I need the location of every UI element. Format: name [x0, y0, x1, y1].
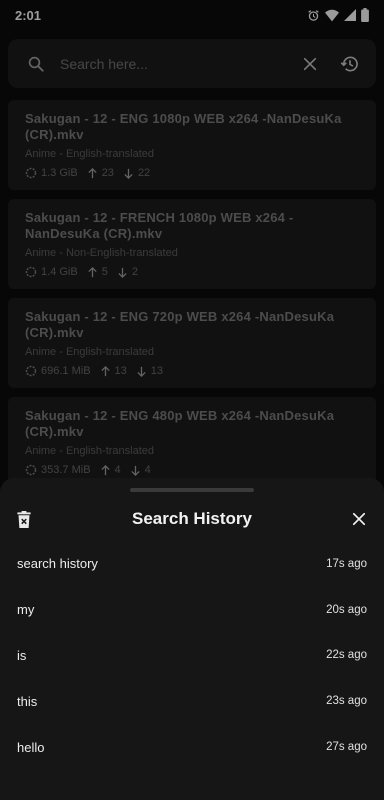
history-time: 23s ago	[326, 695, 367, 708]
history-item[interactable]: hello 27s ago	[0, 724, 384, 770]
history-time: 20s ago	[326, 603, 367, 616]
history-item[interactable]: this 23s ago	[0, 678, 384, 724]
history-list: search history 17s ago my 20s ago is 22s…	[0, 541, 384, 770]
history-item[interactable]: is 22s ago	[0, 633, 384, 679]
close-sheet-button[interactable]	[348, 504, 370, 534]
history-time: 17s ago	[326, 557, 367, 570]
sheet-title: Search History	[132, 509, 252, 528]
drag-handle[interactable]	[130, 488, 254, 492]
history-time: 22s ago	[326, 649, 367, 662]
close-icon	[352, 512, 366, 526]
history-query: hello	[17, 739, 45, 755]
history-time: 27s ago	[326, 741, 367, 754]
history-item[interactable]: my 20s ago	[0, 587, 384, 633]
history-item[interactable]: search history 17s ago	[0, 541, 384, 587]
history-query: this	[17, 693, 38, 709]
history-query: search history	[17, 556, 98, 572]
delete-icon	[17, 510, 31, 528]
clear-history-button[interactable]	[13, 504, 35, 534]
history-query: my	[17, 602, 35, 618]
history-query: is	[17, 647, 27, 663]
search-history-sheet: Search History search history 17s ago my…	[0, 478, 384, 800]
sheet-header: Search History	[0, 504, 384, 534]
app-screen: 2:01 Sakuga	[0, 0, 384, 800]
